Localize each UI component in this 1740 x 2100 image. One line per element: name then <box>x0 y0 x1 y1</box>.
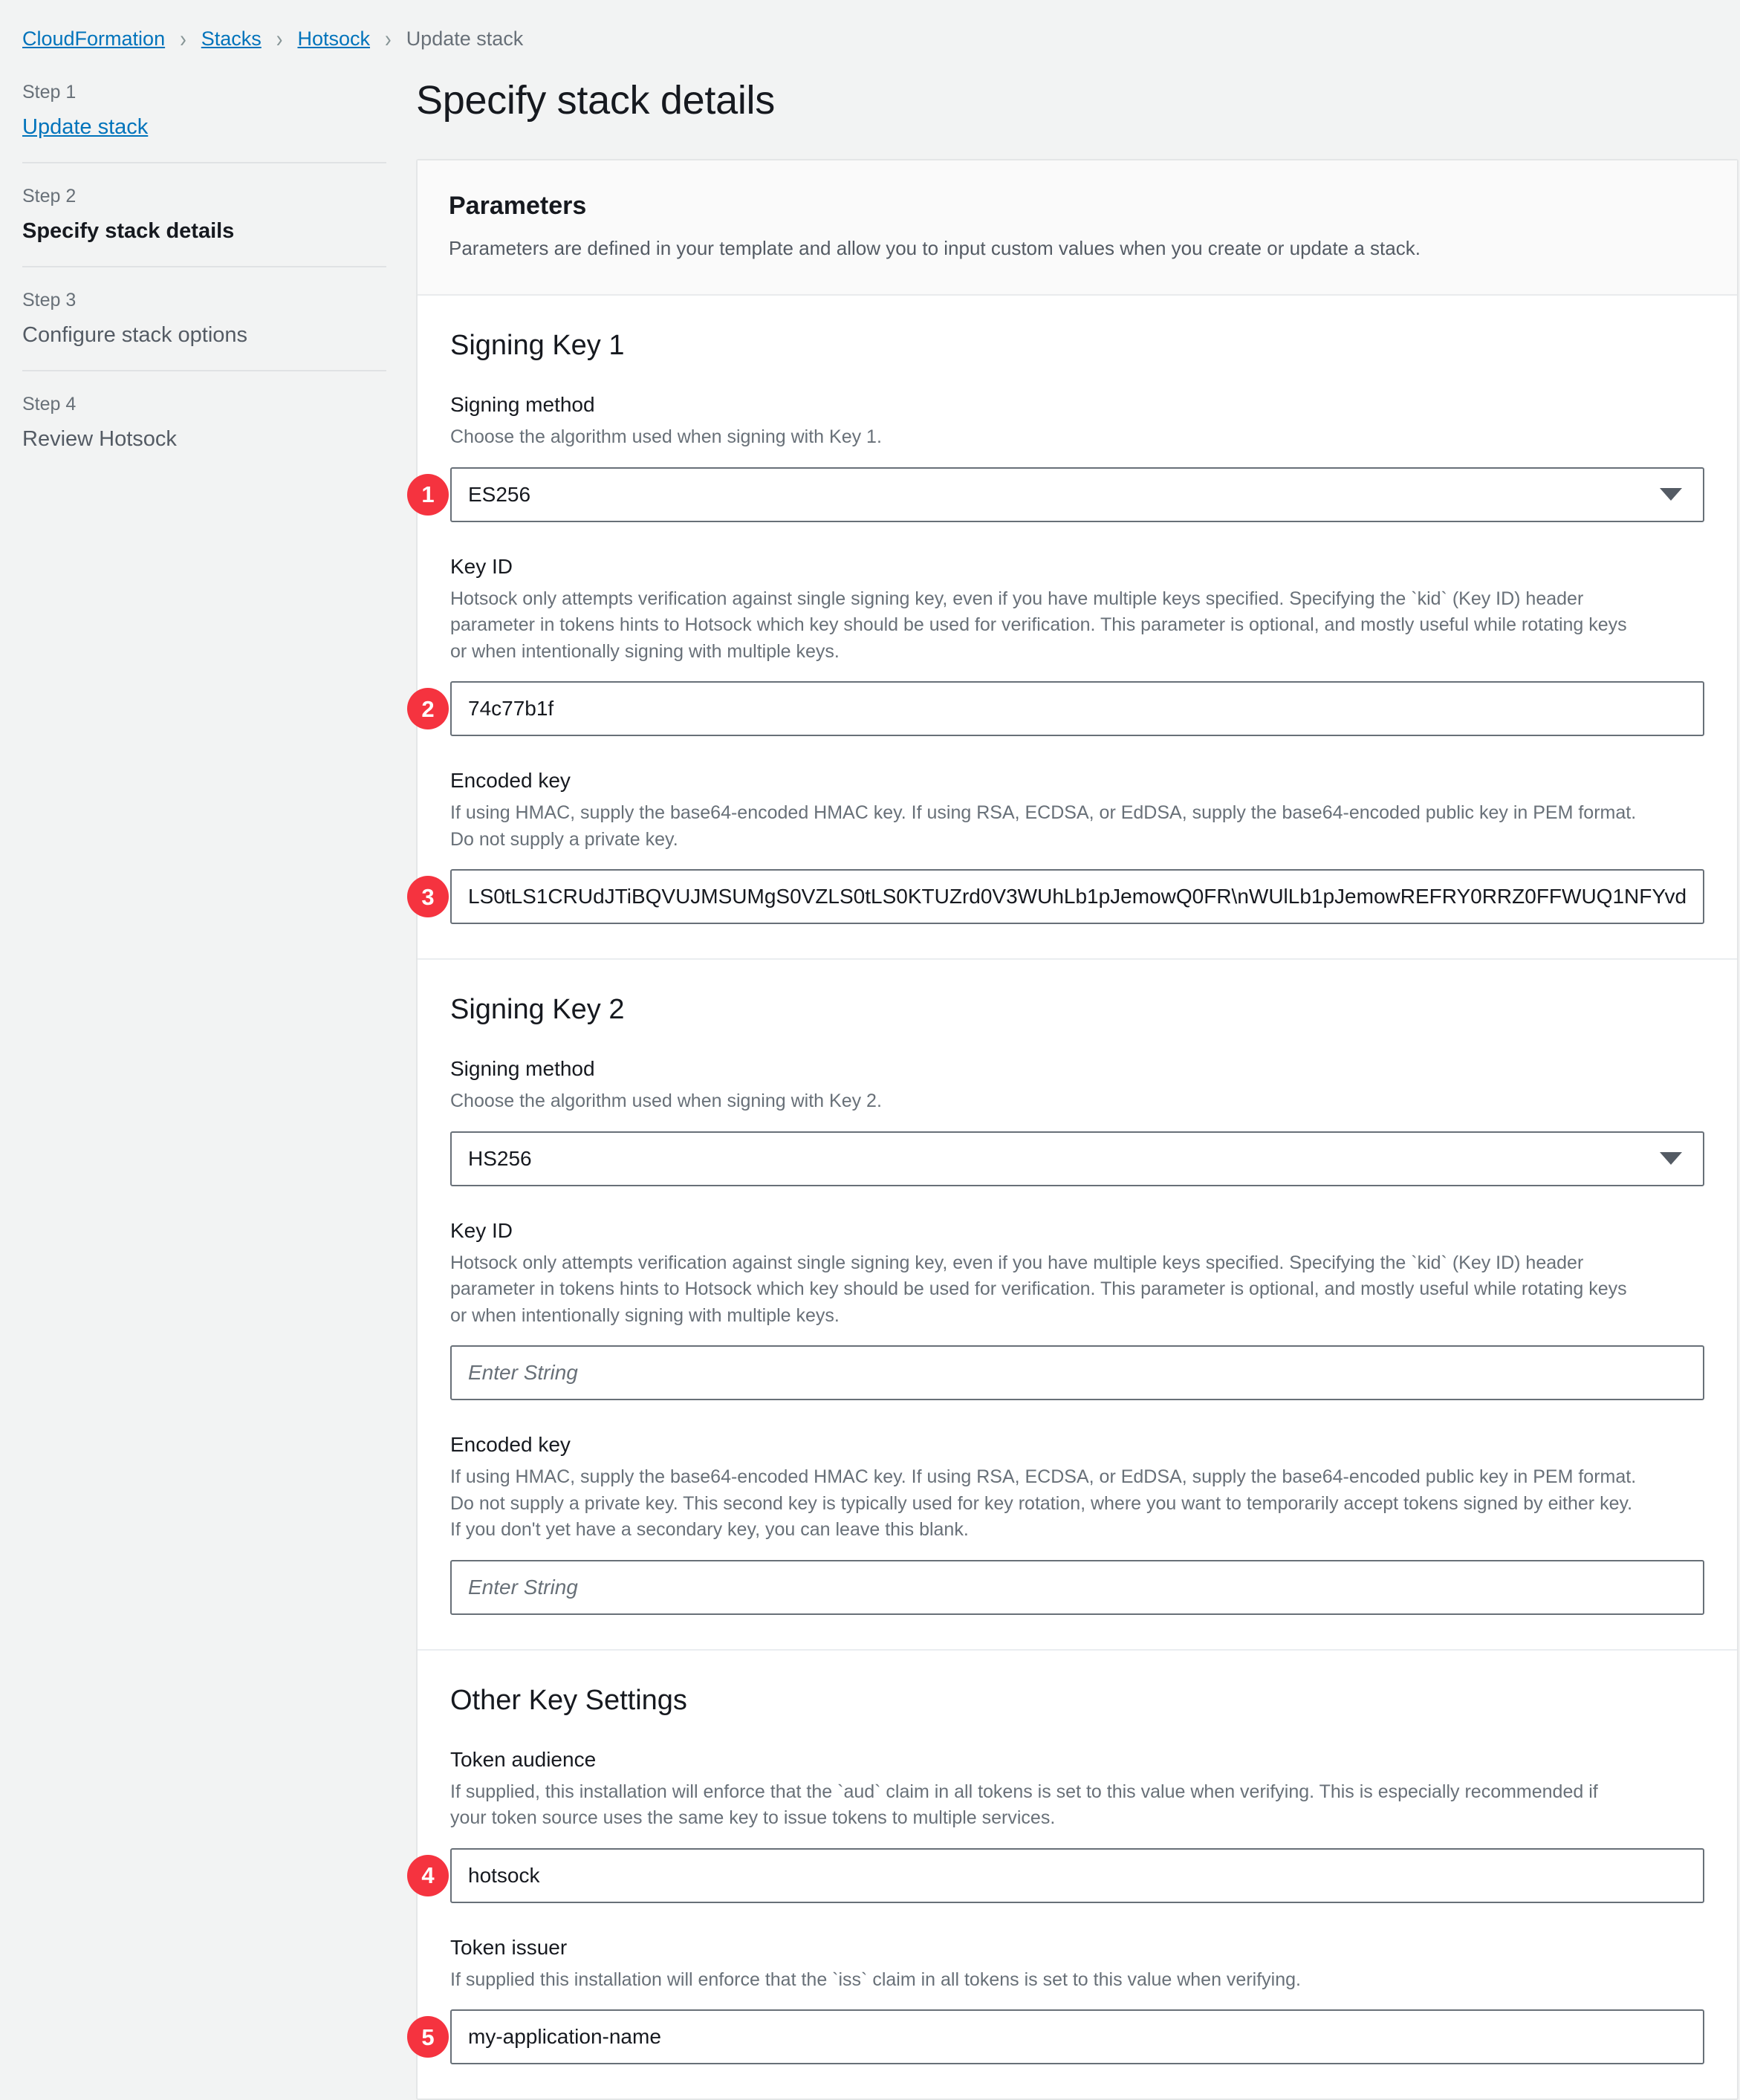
section-signing-key-2: Signing Key 2 Signing method Choose the al… <box>418 960 1738 1651</box>
field-encoded-key: Encoded key If using HMAC, supply the bas… <box>407 769 1705 925</box>
control-row: HS256 <box>450 1131 1705 1186</box>
page-title: Specify stack details <box>416 78 775 123</box>
input-encoded-key[interactable]: LS0tLS1CRUdJTiBQVUJMSUMgS0VZLS0tLS0KTUZr… <box>450 869 1705 925</box>
wizard-steps-sidebar: Step 1 Update stack Step 2 Specify stack de… <box>0 58 416 474</box>
sidebar-step-kicker: Step 3 <box>22 290 77 311</box>
field-hint: If supplied, this installation will enfo… <box>450 1781 1598 1829</box>
page-body: Step 1 Update stack Step 2 Specify stack de… <box>0 58 1740 2100</box>
field-label: Encoded key <box>450 1433 571 1457</box>
breadcrumb-separator-icon: › <box>180 24 186 53</box>
select-value: HS256 <box>468 1146 532 1170</box>
field-label: Token audience <box>450 1747 597 1771</box>
input-token-issuer[interactable]: my-application-name <box>450 2009 1705 2065</box>
field-signing-method: Signing method Choose the algorithm used … <box>407 393 1705 522</box>
sidebar-step-title-configure-stack-options: Configure stack options <box>22 323 248 347</box>
select-signing-method[interactable]: HS256 <box>450 1131 1705 1186</box>
section-other-key-settings: Other Key Settings Token audience If suppl… <box>407 1651 1737 2099</box>
parameters-panel-header: Parameters Parameters are defined in you… <box>418 160 1738 296</box>
parameter-sections: Signing Key 1 Signing method Choose the al… <box>407 296 1738 2099</box>
field-label: Token issuer <box>450 1935 568 1959</box>
field-token-audience: Token audience If supplied, this installa… <box>407 1747 1705 1903</box>
annotation-badge-4: 4 <box>407 1854 449 1896</box>
breadcrumb-item-update-stack: Update stack <box>406 27 524 50</box>
breadcrumb-item-stacks[interactable]: Stacks <box>201 27 262 51</box>
parameters-heading: Parameters <box>449 192 587 220</box>
field-label: Signing method <box>450 1057 595 1081</box>
control-row: Enter String <box>450 1559 1705 1615</box>
annotation-badge-1: 1 <box>407 473 449 516</box>
section-signing-key-1: Signing Key 1 Signing method Choose the al… <box>407 296 1738 960</box>
input-key-id[interactable]: 74c77b1f <box>450 681 1705 737</box>
field-encoded-key: Encoded key If using HMAC, supply the bas… <box>450 1433 1705 1615</box>
section-heading: Signing Key 1 <box>450 330 625 362</box>
control-row: 4 hotsock <box>407 1847 1705 1903</box>
sidebar-step-title-update-stack[interactable]: Update stack <box>22 115 386 140</box>
sidebar-step-title-review-hotsock: Review Hotsock <box>22 427 177 451</box>
field-hint: Choose the algorithm used when signing w… <box>450 1090 882 1112</box>
sidebar-step-3: Step 3 Configure stack options <box>22 266 386 370</box>
sidebar-step-kicker: Step 4 <box>22 394 77 415</box>
sidebar-step-1[interactable]: Step 1 Update stack <box>22 73 386 162</box>
field-hint: Choose the algorithm used when signing w… <box>450 426 882 448</box>
field-label: Signing method <box>450 393 595 417</box>
field-label: Encoded key <box>450 769 571 793</box>
field-signing-method: Signing method Choose the algorithm used … <box>450 1057 1705 1186</box>
input-encoded-key[interactable]: Enter String <box>450 1559 1705 1615</box>
field-hint: If supplied this installation will enfor… <box>450 1969 1301 1990</box>
parameters-description: Parameters are defined in your template … <box>449 237 1421 259</box>
parameters-panel: Parameters Parameters are defined in you… <box>407 159 1739 2100</box>
section-heading: Signing Key 2 <box>450 994 625 1026</box>
chevron-down-icon <box>1660 1152 1683 1166</box>
select-value: ES256 <box>468 482 531 506</box>
sidebar-step-2: Step 2 Specify stack details <box>22 162 386 266</box>
control-row: 5 my-application-name <box>407 2009 1705 2065</box>
select-signing-method[interactable]: ES256 <box>450 467 1705 522</box>
control-row: 2 74c77b1f <box>407 681 1705 737</box>
field-hint: If using HMAC, supply the base64-encoded… <box>450 802 1637 850</box>
annotation-badge-5: 5 <box>407 2016 449 2058</box>
breadcrumb-separator-icon: › <box>276 24 283 53</box>
breadcrumb: CloudFormation › Stacks › Hotsock › Update sta… <box>0 0 1740 58</box>
field-label: Key ID <box>450 1218 513 1242</box>
annotation-badge-2: 2 <box>407 688 449 730</box>
input-token-audience[interactable]: hotsock <box>450 1847 1705 1903</box>
field-hint: Hotsock only attempts verification again… <box>450 1252 1627 1326</box>
control-row: Enter String <box>450 1345 1705 1401</box>
annotation-badge-3: 3 <box>407 876 449 918</box>
sidebar-step-kicker: Step 1 <box>22 82 77 103</box>
field-token-issuer: Token issuer If supplied this installatio… <box>407 1935 1705 2065</box>
control-row: 1 ES256 <box>407 467 1705 522</box>
sidebar-step-title-specify-stack-details: Specify stack details <box>22 219 235 243</box>
field-key-id: Key ID Hotsock only attempts verification… <box>450 1218 1705 1401</box>
control-row: 3 LS0tLS1CRUdJTiBQVUJMSUMgS0VZLS0tLS0KTUZ… <box>407 869 1705 925</box>
field-key-id: Key ID Hotsock only attempts verification… <box>407 554 1705 737</box>
section-heading: Other Key Settings <box>450 1684 687 1716</box>
input-key-id[interactable]: Enter String <box>450 1345 1705 1401</box>
field-hint: If using HMAC, supply the base64-encoded… <box>450 1466 1637 1541</box>
chevron-down-icon <box>1660 488 1683 501</box>
field-hint: Hotsock only attempts verification again… <box>450 588 1627 662</box>
breadcrumb-item-cloudformation[interactable]: CloudFormation <box>22 27 165 51</box>
field-label: Key ID <box>450 554 513 578</box>
breadcrumb-item-hotsock[interactable]: Hotsock <box>297 27 370 51</box>
main-content: Specify stack details Parameters Paramet… <box>407 58 1740 2100</box>
breadcrumb-separator-icon: › <box>385 24 392 53</box>
sidebar-step-kicker: Step 2 <box>22 186 77 207</box>
sidebar-step-4: Step 4 Review Hotsock <box>22 370 386 474</box>
